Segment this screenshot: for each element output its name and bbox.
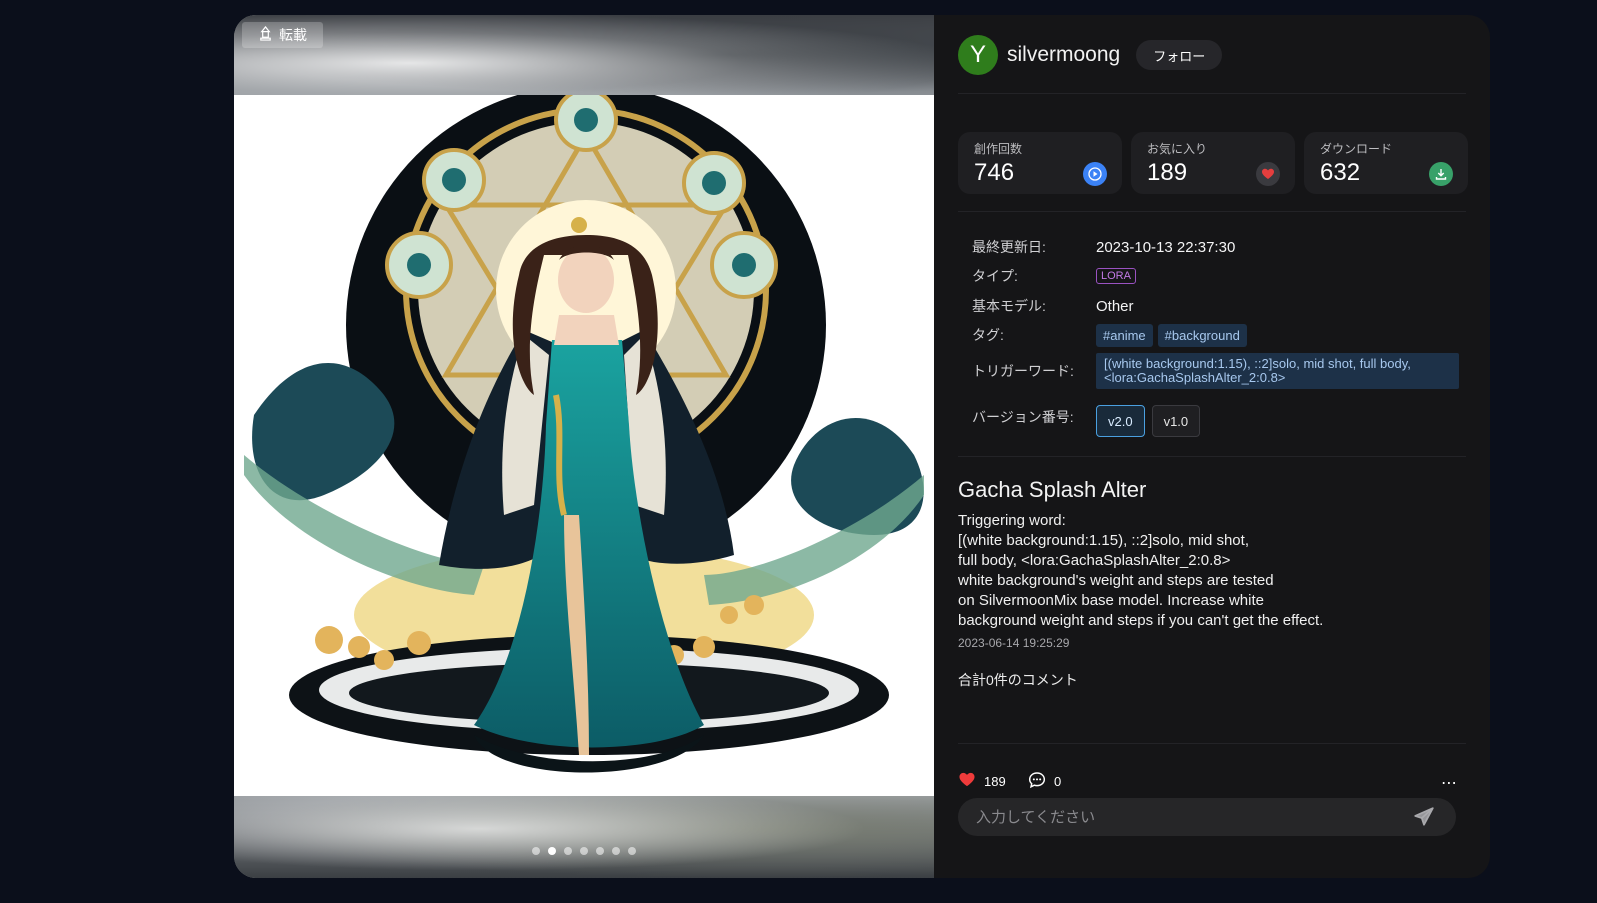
meta-versions: バージョン番号: v2.0 v1.0: [972, 405, 1207, 437]
stat-downloads: ダウンロード 632: [1304, 132, 1468, 194]
meta-key: 基本モデル:: [972, 298, 1046, 314]
meta-base-model: 基本モデル: Other: [972, 294, 1134, 318]
blurred-backdrop-top: [234, 15, 934, 95]
heart-icon: [958, 771, 976, 791]
carousel-dot[interactable]: [532, 847, 540, 855]
type-badge: LORA: [1096, 268, 1136, 284]
meta-type: タイプ: LORA: [972, 265, 1136, 287]
carousel-dot[interactable]: [580, 847, 588, 855]
divider: [958, 211, 1466, 212]
carousel-dot[interactable]: [612, 847, 620, 855]
comment-icon: [1028, 771, 1046, 792]
meta-tags: タグ: #anime #background: [972, 323, 1252, 347]
trigger-word-box[interactable]: [(white background:1.15), ::2]solo, mid …: [1096, 353, 1459, 389]
carousel-dot[interactable]: [596, 847, 604, 855]
action-bar: 189 0 ⋯: [958, 771, 1466, 795]
author-name[interactable]: silvermoong: [1007, 43, 1120, 67]
stat-value: 746: [974, 159, 1015, 186]
comment-input[interactable]: [958, 807, 1404, 827]
stat-value: 189: [1147, 159, 1188, 186]
heart-icon[interactable]: [1256, 162, 1280, 186]
carousel-dot[interactable]: [548, 847, 556, 855]
updated-date: 2023-10-13 22:37:30: [1096, 238, 1236, 256]
tag-background[interactable]: #background: [1157, 323, 1247, 347]
base-model-value: Other: [1096, 297, 1134, 315]
follow-button[interactable]: フォロー: [1136, 40, 1223, 70]
meta-trigger: トリガーワード: [(white background:1.15), ::2]s…: [972, 353, 1459, 389]
repost-button[interactable]: 転載: [242, 22, 323, 48]
meta-updated: 最終更新日: 2023-10-13 22:37:30: [972, 235, 1235, 259]
post-description: Triggering word: [(white background:1.15…: [958, 512, 1324, 629]
carousel-dots: [234, 847, 934, 855]
like-button[interactable]: 189: [958, 771, 1006, 791]
version-v2-button[interactable]: v2.0: [1096, 405, 1145, 437]
post-date: 2023-06-14 19:25:29: [958, 636, 1070, 650]
divider: [958, 456, 1466, 457]
blurred-backdrop-bottom: [234, 796, 934, 878]
artwork-image[interactable]: [234, 95, 934, 796]
play-icon[interactable]: [1083, 162, 1107, 186]
repost-icon: [258, 25, 273, 44]
stat-creations: 創作回数 746: [958, 132, 1122, 194]
comment-count-value: 0: [1054, 774, 1062, 789]
comment-count: 合計0件のコメント: [958, 672, 1078, 688]
stat-value: 632: [1320, 159, 1361, 186]
meta-key: タグ:: [972, 327, 1004, 343]
meta-key: バージョン番号:: [972, 409, 1074, 425]
divider: [958, 93, 1466, 94]
info-panel: Y silvermoong フォロー 創作回数 746 お気に入り 189 ダウ…: [958, 15, 1468, 878]
more-options-icon[interactable]: ⋯: [1441, 773, 1457, 793]
stats-row: 創作回数 746 お気に入り 189 ダウンロード 632: [958, 132, 1468, 194]
author-header: Y silvermoong フォロー: [958, 35, 1223, 75]
stat-label: 創作回数: [974, 142, 1023, 156]
tag-anime[interactable]: #anime: [1096, 323, 1153, 347]
stat-label: ダウンロード: [1320, 142, 1393, 156]
stat-label: お気に入り: [1147, 142, 1208, 156]
comment-button[interactable]: 0: [1028, 771, 1061, 792]
carousel-dot[interactable]: [564, 847, 572, 855]
stat-favorites: お気に入り 189: [1131, 132, 1295, 194]
repost-label: 転載: [279, 27, 307, 43]
post-title: Gacha Splash Alter: [958, 477, 1147, 502]
download-icon[interactable]: [1429, 162, 1453, 186]
meta-key: トリガーワード:: [972, 363, 1074, 379]
version-v1-button[interactable]: v1.0: [1151, 405, 1201, 437]
divider: [958, 743, 1466, 744]
meta-key: タイプ:: [972, 268, 1018, 284]
meta-key: 最終更新日:: [972, 239, 1046, 255]
send-icon[interactable]: [1404, 806, 1444, 828]
model-detail-card: 転載 Y silvermoong フォロー 創作回数 746 お気に入り 189…: [234, 15, 1490, 878]
comment-box: [958, 798, 1456, 836]
like-count: 189: [984, 773, 1006, 789]
avatar[interactable]: Y: [958, 35, 998, 75]
image-carousel[interactable]: 転載: [234, 15, 934, 878]
carousel-dot[interactable]: [628, 847, 636, 855]
